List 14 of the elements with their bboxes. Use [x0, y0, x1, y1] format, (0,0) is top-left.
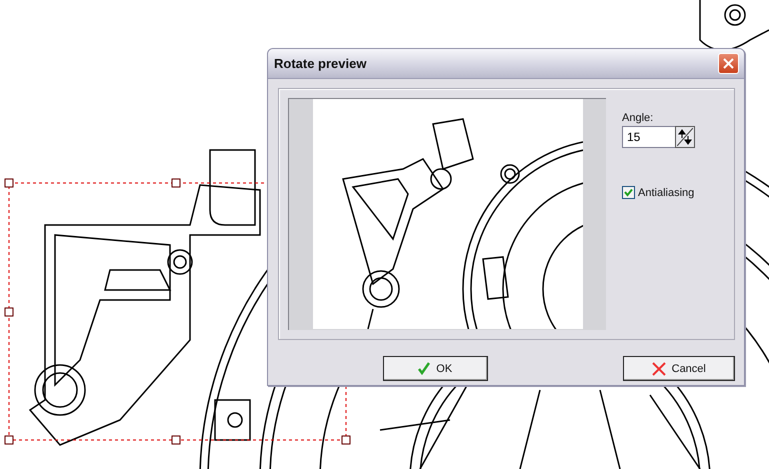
angle-label: Angle:: [622, 112, 654, 124]
close-icon: [723, 58, 734, 69]
antialiasing-label: Antialiasing: [638, 186, 694, 198]
check-icon: [624, 188, 633, 197]
checkmark-icon: [418, 362, 430, 375]
up-down-arrows-icon: [677, 128, 693, 146]
window-title: Rotate preview: [274, 56, 366, 71]
angle-field[interactable]: 15: [622, 126, 675, 148]
spin-button[interactable]: [675, 126, 695, 148]
cancel-button[interactable]: Cancel: [622, 356, 735, 381]
antialiasing-checkbox[interactable]: [622, 186, 635, 199]
close-button[interactable]: [718, 53, 739, 74]
ok-button[interactable]: OK: [383, 356, 488, 381]
cross-icon: [652, 362, 666, 376]
